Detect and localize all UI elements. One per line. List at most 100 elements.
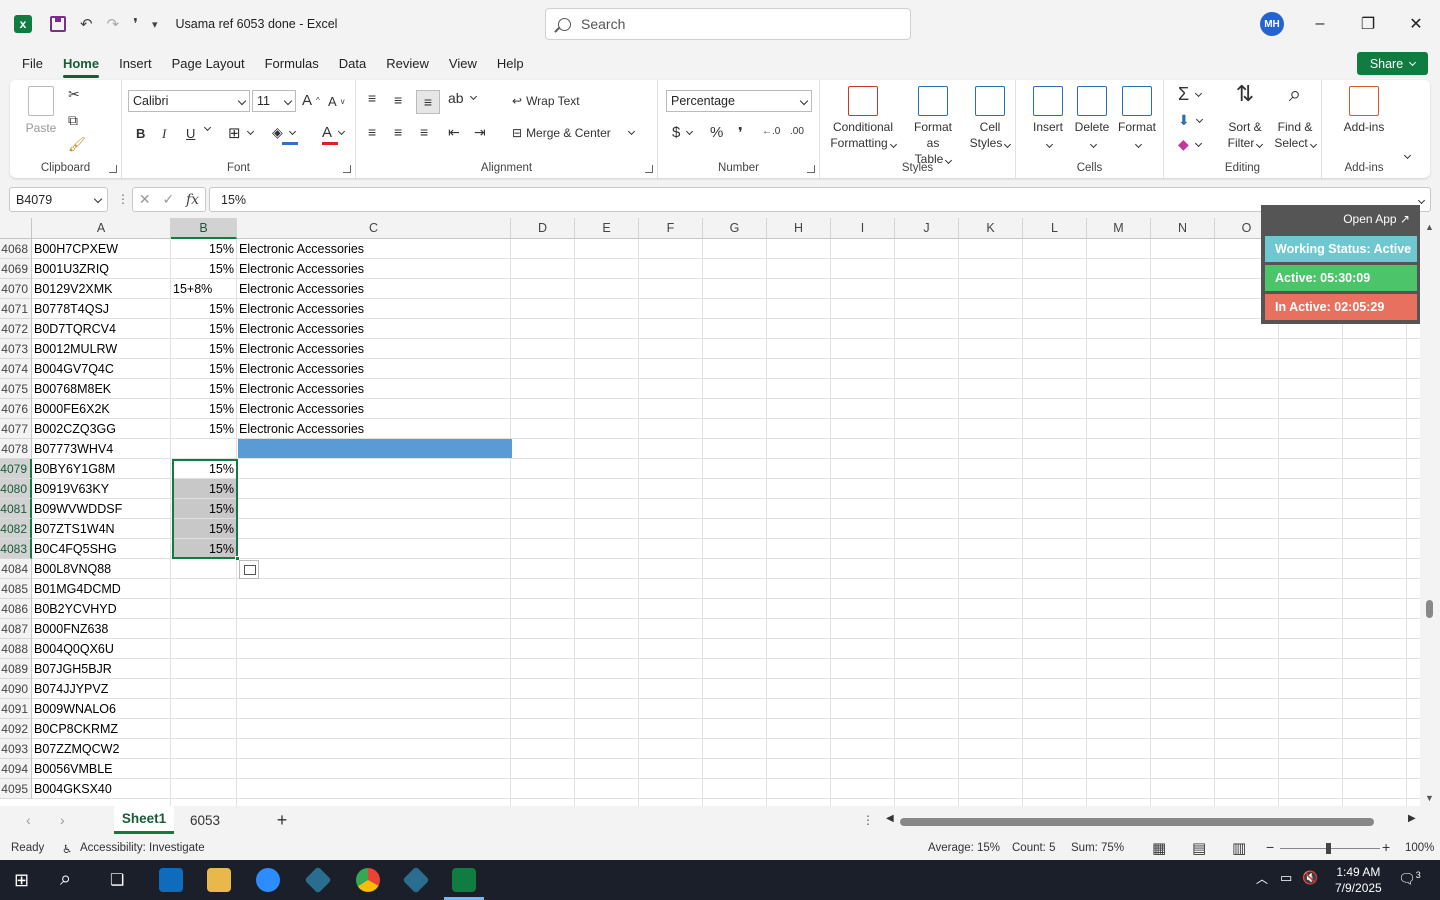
cell-a[interactable]: B009WNALO6 xyxy=(32,699,171,719)
restore-icon[interactable]: ❐ xyxy=(1356,12,1380,36)
font-size-select[interactable]: 11 xyxy=(252,90,296,112)
decrease-decimal-icon[interactable]: .00 xyxy=(790,126,804,137)
cut-icon[interactable]: ✂ xyxy=(68,86,80,103)
taskbar-clock[interactable]: 1:49 AM 7/9/2025 xyxy=(1335,864,1382,896)
cell-a[interactable]: B000FNZ638 xyxy=(32,619,171,639)
font-family-select[interactable]: Calibri xyxy=(128,90,250,112)
cell-c[interactable] xyxy=(237,719,511,739)
cell-c[interactable] xyxy=(237,579,511,599)
row-header[interactable]: 4073 xyxy=(0,339,32,359)
row-header[interactable]: 4078 xyxy=(0,439,32,459)
worksheet-grid[interactable]: ABCDEFGHIJKLMNOPQ4068B00H7CPXEW15%Electr… xyxy=(0,218,1420,806)
cell-c[interactable]: Electronic Accessories xyxy=(237,279,511,299)
fill-color-icon[interactable]: ◈ xyxy=(272,124,296,141)
clipboard-launcher-icon[interactable] xyxy=(109,165,117,173)
file-explorer-icon[interactable] xyxy=(207,868,231,892)
cell-b[interactable] xyxy=(171,679,237,699)
zoom-slider-thumb[interactable] xyxy=(1326,843,1331,854)
page-break-view-icon[interactable]: ▥ xyxy=(1232,839,1246,857)
scroll-right-icon[interactable]: ▶ xyxy=(1408,813,1416,824)
align-left-icon[interactable]: ≡ xyxy=(368,124,376,140)
decrease-font-icon[interactable]: Av xyxy=(328,94,345,109)
column-header-c[interactable]: C xyxy=(237,218,511,239)
prev-sheet-icon[interactable]: ‹ xyxy=(26,812,31,828)
cell-c[interactable] xyxy=(237,759,511,779)
cell-a[interactable]: B00768M8EK xyxy=(32,379,171,399)
cell-a[interactable]: B07JGH5BJR xyxy=(32,659,171,679)
cell-a[interactable]: B07ZTS1W4N xyxy=(32,519,171,539)
orientation-icon[interactable]: ab xyxy=(448,90,477,106)
save-icon[interactable] xyxy=(50,16,66,32)
row-header[interactable]: 4071 xyxy=(0,299,32,319)
cell-b[interactable]: 15+8% xyxy=(171,279,237,299)
search-input[interactable]: Search xyxy=(545,8,911,40)
cell-c[interactable] xyxy=(237,779,511,799)
outlook-icon[interactable] xyxy=(159,868,183,892)
cell-c[interactable]: Electronic Accessories xyxy=(237,379,511,399)
name-box[interactable]: B4079 xyxy=(9,187,108,212)
percent-icon[interactable]: % xyxy=(710,124,723,141)
cell-a[interactable]: B0012MULRW xyxy=(32,339,171,359)
tab-file[interactable]: File xyxy=(22,48,43,78)
customize-qa-icon[interactable]: ▾ xyxy=(152,18,158,31)
cell-a[interactable]: B0D7TQRCV4 xyxy=(32,319,171,339)
row-header[interactable]: 4077 xyxy=(0,419,32,439)
row-header[interactable]: 4079 xyxy=(0,459,32,479)
cell-styles-button[interactable]: Cell Styles xyxy=(968,86,1012,151)
cell-c[interactable]: Electronic Accessories xyxy=(237,359,511,379)
ribbon-collapse-icon[interactable] xyxy=(1402,151,1412,160)
column-header-a[interactable]: A xyxy=(32,218,171,239)
avatar[interactable]: MH xyxy=(1260,12,1284,36)
row-header[interactable]: 4094 xyxy=(0,759,32,779)
close-icon[interactable]: ✕ xyxy=(1404,12,1428,36)
cell-b[interactable]: 15% xyxy=(171,319,237,339)
cell-a[interactable]: B001U3ZRIQ xyxy=(32,259,171,279)
format-painter-icon[interactable]: 🖌 xyxy=(68,136,86,153)
scroll-down-icon[interactable]: ▼ xyxy=(1425,793,1434,803)
horizontal-scroll-thumb[interactable] xyxy=(900,818,1374,826)
cell-c[interactable]: Electronic Accessories xyxy=(237,339,511,359)
align-center-icon[interactable]: ≡ xyxy=(394,124,402,140)
open-app-link[interactable]: Open App ↗ xyxy=(1343,212,1410,226)
number-launcher-icon[interactable] xyxy=(807,165,815,173)
row-header[interactable]: 4090 xyxy=(0,679,32,699)
normal-view-icon[interactable]: ▦ xyxy=(1152,839,1166,857)
decrease-indent-icon[interactable]: ⇤ xyxy=(448,124,460,141)
row-header[interactable]: 4070 xyxy=(0,279,32,299)
column-header-i[interactable]: I xyxy=(831,218,895,239)
cell-c[interactable] xyxy=(237,599,511,619)
row-header[interactable]: 4076 xyxy=(0,399,32,419)
cell-c[interactable] xyxy=(237,679,511,699)
cell-a[interactable]: B0919V63KY xyxy=(32,479,171,499)
task-view-icon[interactable]: ❏ xyxy=(110,870,124,890)
merge-center-button[interactable]: ⊟ Merge & Center xyxy=(512,126,635,140)
scroll-up-icon[interactable]: ▲ xyxy=(1425,222,1434,232)
cell-b[interactable] xyxy=(171,599,237,619)
scroll-left-icon[interactable]: ◀ xyxy=(886,813,894,824)
cell-c[interactable] xyxy=(237,619,511,639)
cell-a[interactable]: B01MG4DCMD xyxy=(32,579,171,599)
row-header[interactable]: 4069 xyxy=(0,259,32,279)
zoom-app-icon[interactable] xyxy=(256,868,280,892)
cell-b[interactable]: 15% xyxy=(171,379,237,399)
insert-function-icon[interactable]: fx xyxy=(186,192,199,208)
row-header[interactable]: 4087 xyxy=(0,619,32,639)
cell-b[interactable] xyxy=(171,579,237,599)
tab-review[interactable]: Review xyxy=(386,48,429,78)
row-header[interactable]: 4068 xyxy=(0,239,32,259)
vertical-scrollbar[interactable]: ▲ ▼ xyxy=(1420,218,1440,806)
cell-a[interactable]: B0CP8CKRMZ xyxy=(32,719,171,739)
comma-icon[interactable]: ❜ xyxy=(738,124,743,142)
cell-c[interactable]: Electronic Accessories xyxy=(237,319,511,339)
bottom-align-icon[interactable]: ≡ xyxy=(416,90,440,114)
cell-a[interactable]: B0C4FQ5SHG xyxy=(32,539,171,559)
cell-c[interactable]: Electronic Accessories xyxy=(237,239,511,259)
cell-c[interactable] xyxy=(237,459,511,479)
page-layout-view-icon[interactable]: ▤ xyxy=(1192,839,1206,857)
cell-b[interactable] xyxy=(171,619,237,639)
format-as-table-button[interactable]: Format as Table xyxy=(908,86,958,167)
align-right-icon[interactable]: ≡ xyxy=(420,124,428,140)
row-header[interactable]: 4091 xyxy=(0,699,32,719)
column-header-k[interactable]: K xyxy=(959,218,1023,239)
paste-button[interactable]: Paste xyxy=(22,86,60,136)
